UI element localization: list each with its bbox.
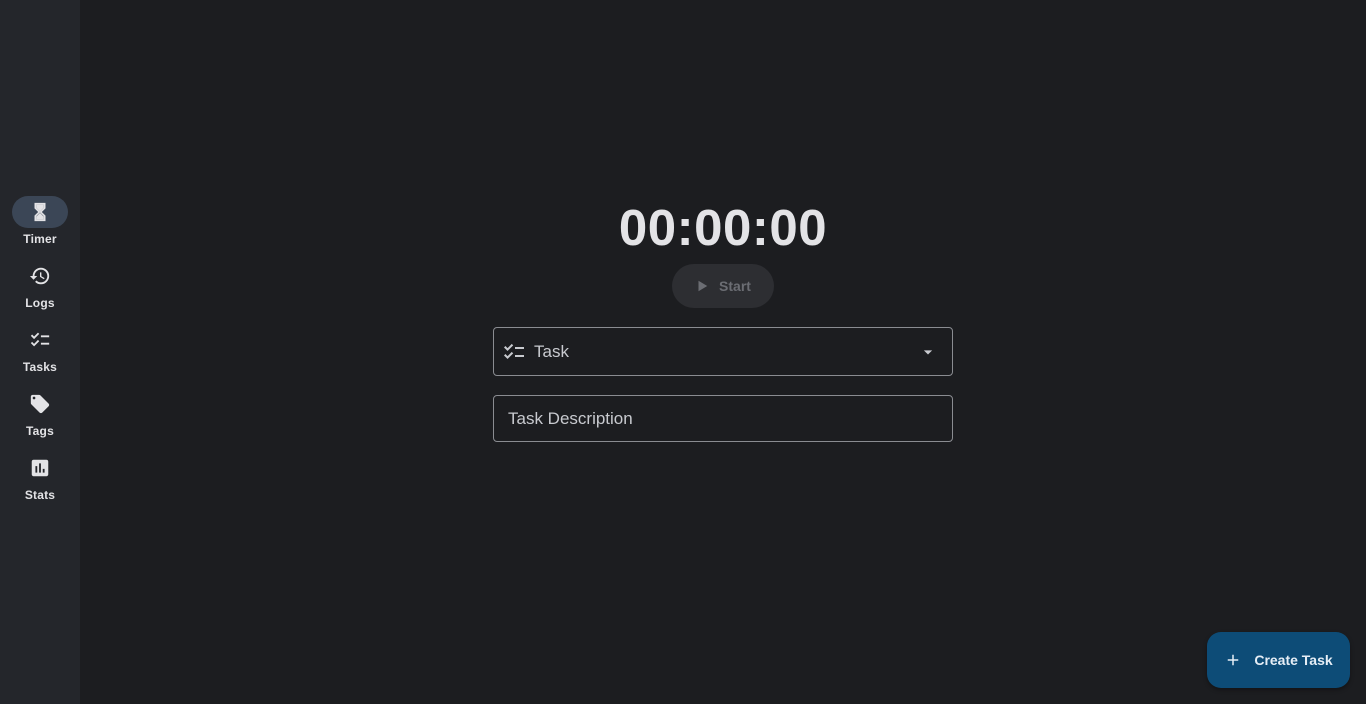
chart-icon [12,452,68,484]
checklist-icon [12,324,68,356]
navigation-rail: Timer Logs Tasks Tags Stats [0,0,80,704]
play-icon [698,280,708,292]
task-select[interactable]: Task [493,327,953,376]
nav-label-tasks: Tasks [22,360,58,374]
nav-label-timer: Timer [23,232,57,246]
nav-item-timer[interactable]: Timer [0,196,80,252]
nav-label-stats: Stats [24,488,56,502]
history-icon [12,260,68,292]
nav-label-tags: Tags [26,424,54,438]
task-select-label: Task [534,341,569,361]
nav-item-tasks[interactable]: Tasks [0,324,80,380]
nav-label-logs: Logs [25,296,55,310]
plus-icon [1228,654,1239,666]
task-description-input[interactable] [493,395,953,442]
create-task-button[interactable]: Create Task [1207,632,1350,688]
nav-item-stats[interactable]: Stats [0,452,80,508]
dropdown-arrow-icon [923,349,933,354]
create-task-label: Create Task [1254,652,1333,668]
start-button-label: Start [719,278,751,294]
timer-display: 00:00:00 [618,199,828,256]
tag-icon [12,388,68,420]
nav-item-logs[interactable]: Logs [0,260,80,316]
checklist-icon [504,343,524,359]
nav-item-tags[interactable]: Tags [0,388,80,444]
hourglass-icon [12,196,68,228]
app-root: Timer Logs Tasks Tags Stats 00:00:00 Sta… [0,0,1366,704]
start-button[interactable]: Start [672,264,774,308]
